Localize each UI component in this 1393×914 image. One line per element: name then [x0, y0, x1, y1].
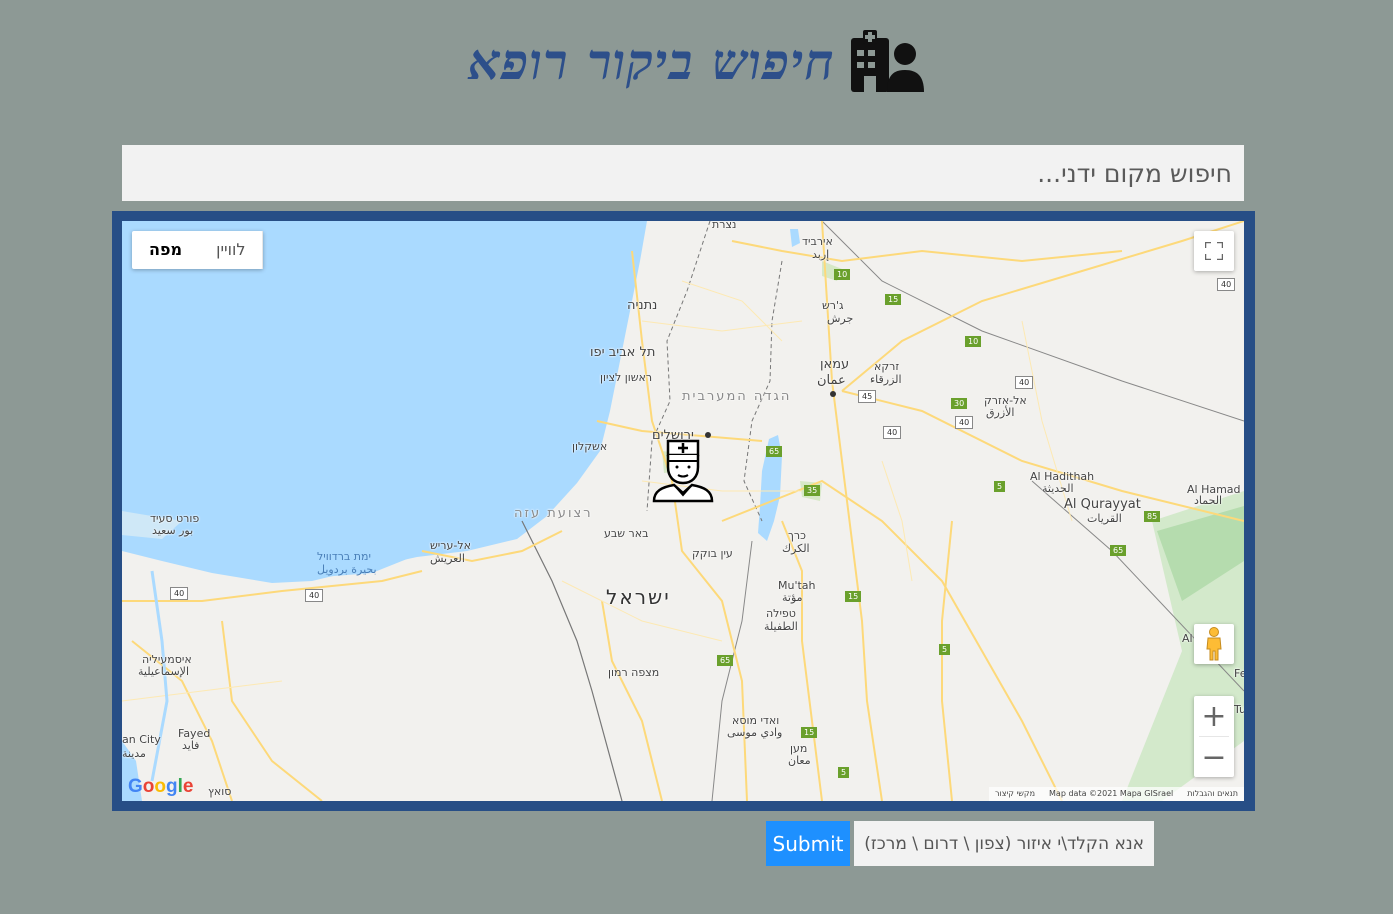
map-label: الزرقاء — [870, 373, 902, 386]
map-label: وادي موسى — [727, 726, 783, 739]
road-shield: 40 — [1015, 376, 1034, 389]
map-data-credit: Map data ©2021 Mapa GISrael — [1049, 789, 1174, 798]
road-shield: 65 — [717, 655, 734, 666]
road-shield: 65 — [766, 446, 783, 457]
road-shield: 5 — [994, 481, 1006, 492]
zoom-in-button[interactable]: + — [1194, 696, 1234, 736]
map-type-map-button[interactable]: מפה — [132, 231, 199, 269]
map-type-control: מפה לוויין — [132, 231, 264, 269]
map-frame: נצרת אירביד إربد נתניה ג'רש جرش תל אביב … — [112, 211, 1255, 811]
fullscreen-button[interactable] — [1194, 231, 1234, 271]
map-label: עמאן — [820, 357, 850, 372]
map-label: Al Qurayyat — [1064, 497, 1141, 512]
region-input[interactable] — [854, 821, 1154, 866]
zoom-control: + − — [1194, 696, 1234, 777]
map-label: רצועת עזה — [514, 506, 593, 521]
map-label: תל אביב יפו — [590, 345, 656, 360]
fullscreen-icon — [1205, 242, 1223, 260]
page-header: חיפוש ביקור רופא — [0, 26, 1393, 96]
road-shield: 5 — [838, 767, 850, 778]
map[interactable]: נצרת אירביד إربد נתניה ג'רש جرش תל אביב … — [122, 221, 1244, 801]
map-label: באר שבע — [604, 527, 649, 540]
road-shield: 15 — [801, 727, 818, 738]
street-view-pegman-icon — [1206, 627, 1222, 661]
road-shield: 10 — [834, 269, 851, 280]
road-shield: 35 — [804, 485, 821, 496]
map-attribution: מקשי קיצור Map data ©2021 Mapa GISrael ת… — [989, 787, 1244, 801]
road-shield: 30 — [951, 398, 968, 409]
search-input[interactable] — [122, 145, 1244, 201]
map-label: بحيرة بردويل — [317, 563, 377, 576]
map-label: معان — [788, 754, 811, 767]
logo-letter: o — [142, 776, 155, 797]
road-shield: 45 — [858, 390, 877, 403]
map-label: فايد — [182, 739, 200, 752]
map-label: الحديثة — [1042, 482, 1074, 495]
map-label: القريات — [1087, 512, 1122, 525]
street-view-button[interactable] — [1194, 624, 1234, 664]
map-label: עין בוקק — [692, 547, 733, 560]
map-label: ישראל — [606, 585, 671, 609]
road-shield: 10 — [965, 336, 982, 347]
keyboard-shortcuts-link[interactable]: מקשי קיצור — [995, 787, 1035, 801]
map-label: זרקא — [874, 360, 900, 373]
map-label: מצפה רמון — [608, 666, 660, 679]
map-label: אירביד — [802, 235, 833, 248]
road-shield: 85 — [1144, 511, 1161, 522]
map-label: an City — [122, 733, 161, 746]
map-label: Fe — [1234, 667, 1244, 680]
map-label: عمان — [817, 373, 846, 388]
map-label: אשקלון — [572, 440, 608, 453]
map-label: הגדה המערבית — [682, 389, 792, 404]
region-form: Submit — [766, 821, 1154, 866]
road-shield: 5 — [939, 644, 951, 655]
map-label: סואץ — [208, 785, 232, 798]
map-label: مؤتة — [782, 591, 803, 604]
road-shield: 15 — [845, 591, 862, 602]
map-label: טפילה — [766, 607, 796, 620]
logo-letter: g — [166, 776, 178, 797]
map-label: אל-עריש — [430, 539, 471, 552]
map-label: Al — [1182, 632, 1193, 645]
map-label: الأزرق — [986, 406, 1015, 419]
map-label: الحماد — [1194, 494, 1223, 507]
map-label: العريش — [430, 552, 465, 565]
map-label: Tu — [1234, 703, 1244, 716]
hospital-user-icon — [850, 30, 924, 92]
map-label: נצרת — [712, 221, 737, 231]
page-title: חיפוש ביקור רופא — [468, 31, 835, 91]
logo-letter: e — [182, 776, 194, 797]
map-label: مدينة — [122, 747, 146, 760]
logo-letter: o — [154, 776, 166, 797]
map-label: الكرك — [782, 542, 810, 555]
road-shield: 40 — [955, 416, 974, 429]
map-label: כרך — [788, 529, 806, 542]
logo-letter: G — [128, 776, 143, 797]
google-logo[interactable]: Google — [128, 776, 193, 798]
zoom-out-button[interactable]: − — [1194, 737, 1234, 777]
map-type-satellite-button[interactable]: לוויין — [199, 231, 264, 269]
map-label: بور سعيد — [152, 524, 194, 537]
terms-link[interactable]: תנאים והגבלות — [1187, 787, 1238, 801]
road-shield: 40 — [883, 426, 902, 439]
map-label: الطفيلة — [764, 620, 798, 633]
road-shield: 15 — [885, 294, 902, 305]
map-label: الإسماعيلية — [138, 665, 189, 678]
map-label: إربد — [812, 248, 830, 261]
doctor-icon[interactable] — [652, 437, 714, 503]
road-shield: 40 — [305, 589, 324, 602]
submit-button[interactable]: Submit — [766, 821, 850, 866]
map-label: ימת ברדוויל — [317, 550, 371, 563]
map-label: ג'רש — [822, 299, 844, 312]
map-label: جرش — [827, 312, 854, 325]
road-shield: 65 — [1110, 545, 1127, 556]
map-label: ראשון לציון — [600, 371, 653, 384]
road-shield: 40 — [170, 587, 189, 600]
road-shield: 40 — [1217, 278, 1236, 291]
map-label: נתניה — [627, 298, 658, 313]
